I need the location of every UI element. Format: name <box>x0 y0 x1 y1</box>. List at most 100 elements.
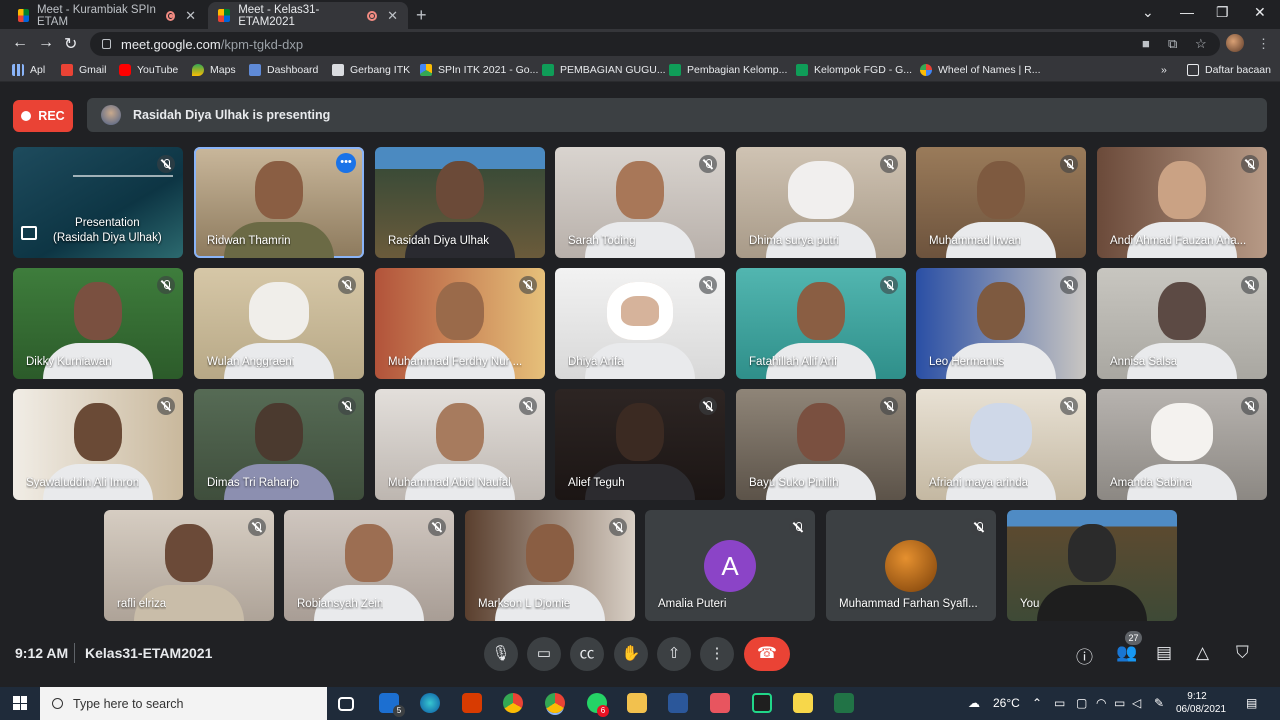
participant-tile[interactable]: Rasidah Diya Ulhak <box>375 147 545 258</box>
participant-tile[interactable]: Markson L Djomie <box>465 510 635 621</box>
participant-tile[interactable]: ••• Ridwan Thamrin <box>194 147 364 258</box>
taskbar-clock[interactable]: 9:12 06/08/2021 <box>1176 690 1226 716</box>
bookmark-wheel-of-names[interactable]: Wheel of Names | R... <box>920 64 1041 76</box>
participant-tile[interactable]: Sarah Toding <box>555 147 725 258</box>
pycharm-icon[interactable] <box>752 693 772 713</box>
profile-avatar[interactable] <box>1226 34 1244 52</box>
translate-icon[interactable]: ⧉ <box>1168 36 1177 52</box>
close-tab-icon[interactable]: ✕ <box>387 8 398 24</box>
word-icon[interactable] <box>668 693 688 713</box>
microphone-button[interactable]: 🎙 <box>484 637 518 671</box>
task-view-icon[interactable] <box>338 697 354 711</box>
menu-icon[interactable]: ⋮ <box>1257 36 1270 52</box>
reload-button[interactable]: ↻ <box>64 34 77 54</box>
minimize-button[interactable]: — <box>1180 4 1194 20</box>
participant-tile[interactable]: Dhima surya putri <box>736 147 906 258</box>
more-options-button[interactable]: ⋮ <box>700 637 734 671</box>
bookmark-pembagian-kelompok[interactable]: Pembagian Kelomp... <box>669 64 787 76</box>
weather-icon[interactable]: ☁ <box>968 696 980 710</box>
participant-name: Syawaluddin Ali Imron <box>26 477 140 489</box>
participant-tile[interactable]: Afriani maya arinda <box>916 389 1086 500</box>
edge-icon[interactable] <box>420 693 440 713</box>
excel-icon[interactable] <box>834 693 854 713</box>
participant-tile[interactable]: Muhammad Irwan <box>916 147 1086 258</box>
host-controls-icon[interactable]: ⛉ <box>1236 643 1249 663</box>
pen-icon[interactable]: ✎ <box>1154 696 1164 710</box>
captions-button[interactable]: ㏄ <box>570 637 604 671</box>
raise-hand-button[interactable]: ✋ <box>614 637 648 671</box>
participant-tile[interactable]: Leo Hermanus <box>916 268 1086 379</box>
participant-tile[interactable]: Dimas Tri Raharjo <box>194 389 364 500</box>
participant-video <box>1158 282 1206 340</box>
temperature[interactable]: 26°C <box>993 696 1020 710</box>
meeting-details-icon[interactable]: ⓘ <box>1076 643 1093 668</box>
bookmark-star-icon[interactable]: ☆ <box>1195 36 1207 52</box>
new-tab-button[interactable]: + <box>416 5 427 26</box>
participant-tile[interactable]: Dhiya Arifa <box>555 268 725 379</box>
taskbar-search[interactable]: Type here to search <box>40 687 327 720</box>
maximize-button[interactable]: ❐ <box>1216 4 1229 21</box>
activities-icon[interactable]: △ <box>1196 643 1209 663</box>
tab-kurambiak[interactable]: Meet - Kurambiak SPIn ETAM ✕ <box>8 2 206 29</box>
bookmark-maps[interactable]: Maps <box>192 64 236 76</box>
show-hidden-icons-icon[interactable]: ⌃ <box>1032 696 1042 710</box>
people-icon[interactable]: 👥 <box>1116 643 1137 663</box>
participant-tile[interactable]: Syawaluddin Ali Imron <box>13 389 183 500</box>
camera-button[interactable]: ▭ <box>527 637 561 671</box>
address-bar[interactable]: meet.google.com /kpm-tgkd-dxp <box>90 32 1220 56</box>
battery-icon[interactable]: ▭ <box>1114 696 1125 710</box>
camera-icon[interactable]: ■ <box>1142 36 1150 51</box>
present-now-button[interactable]: ⇧ <box>657 637 691 671</box>
back-button[interactable]: ← <box>12 34 28 52</box>
chrome-active-icon[interactable] <box>545 693 565 713</box>
bookmark-pembagian-gugus[interactable]: PEMBAGIAN GUGU... <box>542 64 666 76</box>
participant-tile[interactable]: Andi Ahmad Fauzan Ana... <box>1097 147 1267 258</box>
reading-list[interactable]: Daftar bacaan <box>1187 64 1271 76</box>
presentation-tile[interactable]: Presentation (Rasidah Diya Ulhak) <box>13 147 183 258</box>
participant-tile[interactable]: Alief Teguh <box>555 389 725 500</box>
bookmark-youtube[interactable]: YouTube <box>119 64 178 76</box>
participant-tile[interactable]: Robiansyah Zein <box>284 510 454 621</box>
bookmark-gmail[interactable]: Gmail <box>61 64 106 76</box>
participant-tile[interactable]: Bayu Suko Pinilih <box>736 389 906 500</box>
participant-tile[interactable]: Muhammad Farhan Syafl... <box>826 510 996 621</box>
mail-badge: 5 <box>393 705 405 717</box>
bookmark-spin-itk[interactable]: SPIn ITK 2021 - Go... <box>420 64 538 76</box>
participant-name: Amanda Sabina <box>1110 477 1192 489</box>
volume-icon[interactable]: ◁ <box>1132 696 1141 710</box>
participant-tile[interactable]: Amanda Sabina <box>1097 389 1267 500</box>
bookmark-kelompok-fgd[interactable]: Kelompok FGD - G... <box>796 64 912 76</box>
close-tab-icon[interactable]: ✕ <box>185 8 196 24</box>
device-icon[interactable]: ▢ <box>1076 696 1087 710</box>
file-explorer-icon[interactable] <box>627 693 647 713</box>
meet-tray-icon[interactable]: ▭ <box>1054 696 1065 710</box>
bookmark-gerbang-itk[interactable]: Gerbang ITK <box>332 64 410 76</box>
chat-icon[interactable]: ▤ <box>1156 643 1172 663</box>
wifi-icon[interactable]: ◠ <box>1096 696 1106 710</box>
chrome-icon[interactable] <box>503 693 523 713</box>
participant-tile[interactable]: rafli elriza <box>104 510 274 621</box>
notification-icon[interactable]: ▤ <box>1246 696 1257 710</box>
participant-tile[interactable]: Annisa Salsa <box>1097 268 1267 379</box>
participant-tile[interactable]: Dikky Kurniawan <box>13 268 183 379</box>
tab-kelas31[interactable]: Meet - Kelas31-ETAM2021 ✕ <box>208 2 408 29</box>
self-view-tile[interactable]: You <box>1007 510 1177 621</box>
snip-sketch-icon[interactable] <box>710 693 730 713</box>
bookmark-dashboard[interactable]: Dashboard <box>249 64 318 76</box>
forward-button[interactable]: → <box>38 34 54 52</box>
bookmarks-overflow-icon[interactable]: » <box>1161 64 1167 76</box>
participant-tile[interactable]: Muhammad Ferdhy Nur ... <box>375 268 545 379</box>
recording-button[interactable]: REC <box>13 100 73 132</box>
participant-tile[interactable]: Wulan Anggraeni <box>194 268 364 379</box>
more-options-icon[interactable]: ••• <box>336 153 356 173</box>
windows-start-icon[interactable] <box>13 696 27 710</box>
participant-tile[interactable]: A Amalia Puteri <box>645 510 815 621</box>
sticky-notes-icon[interactable] <box>793 693 813 713</box>
participant-tile[interactable]: Fatahillah Alif Arif <box>736 268 906 379</box>
close-window-button[interactable]: ✕ <box>1254 4 1266 21</box>
leave-call-button[interactable]: ☎ <box>744 637 790 671</box>
bookmark-apps[interactable]: Apl <box>12 64 45 76</box>
tab-search-icon[interactable]: ⌄ <box>1142 4 1154 21</box>
participant-tile[interactable]: Muhammad Abid Naufal <box>375 389 545 500</box>
office-icon[interactable] <box>462 693 482 713</box>
